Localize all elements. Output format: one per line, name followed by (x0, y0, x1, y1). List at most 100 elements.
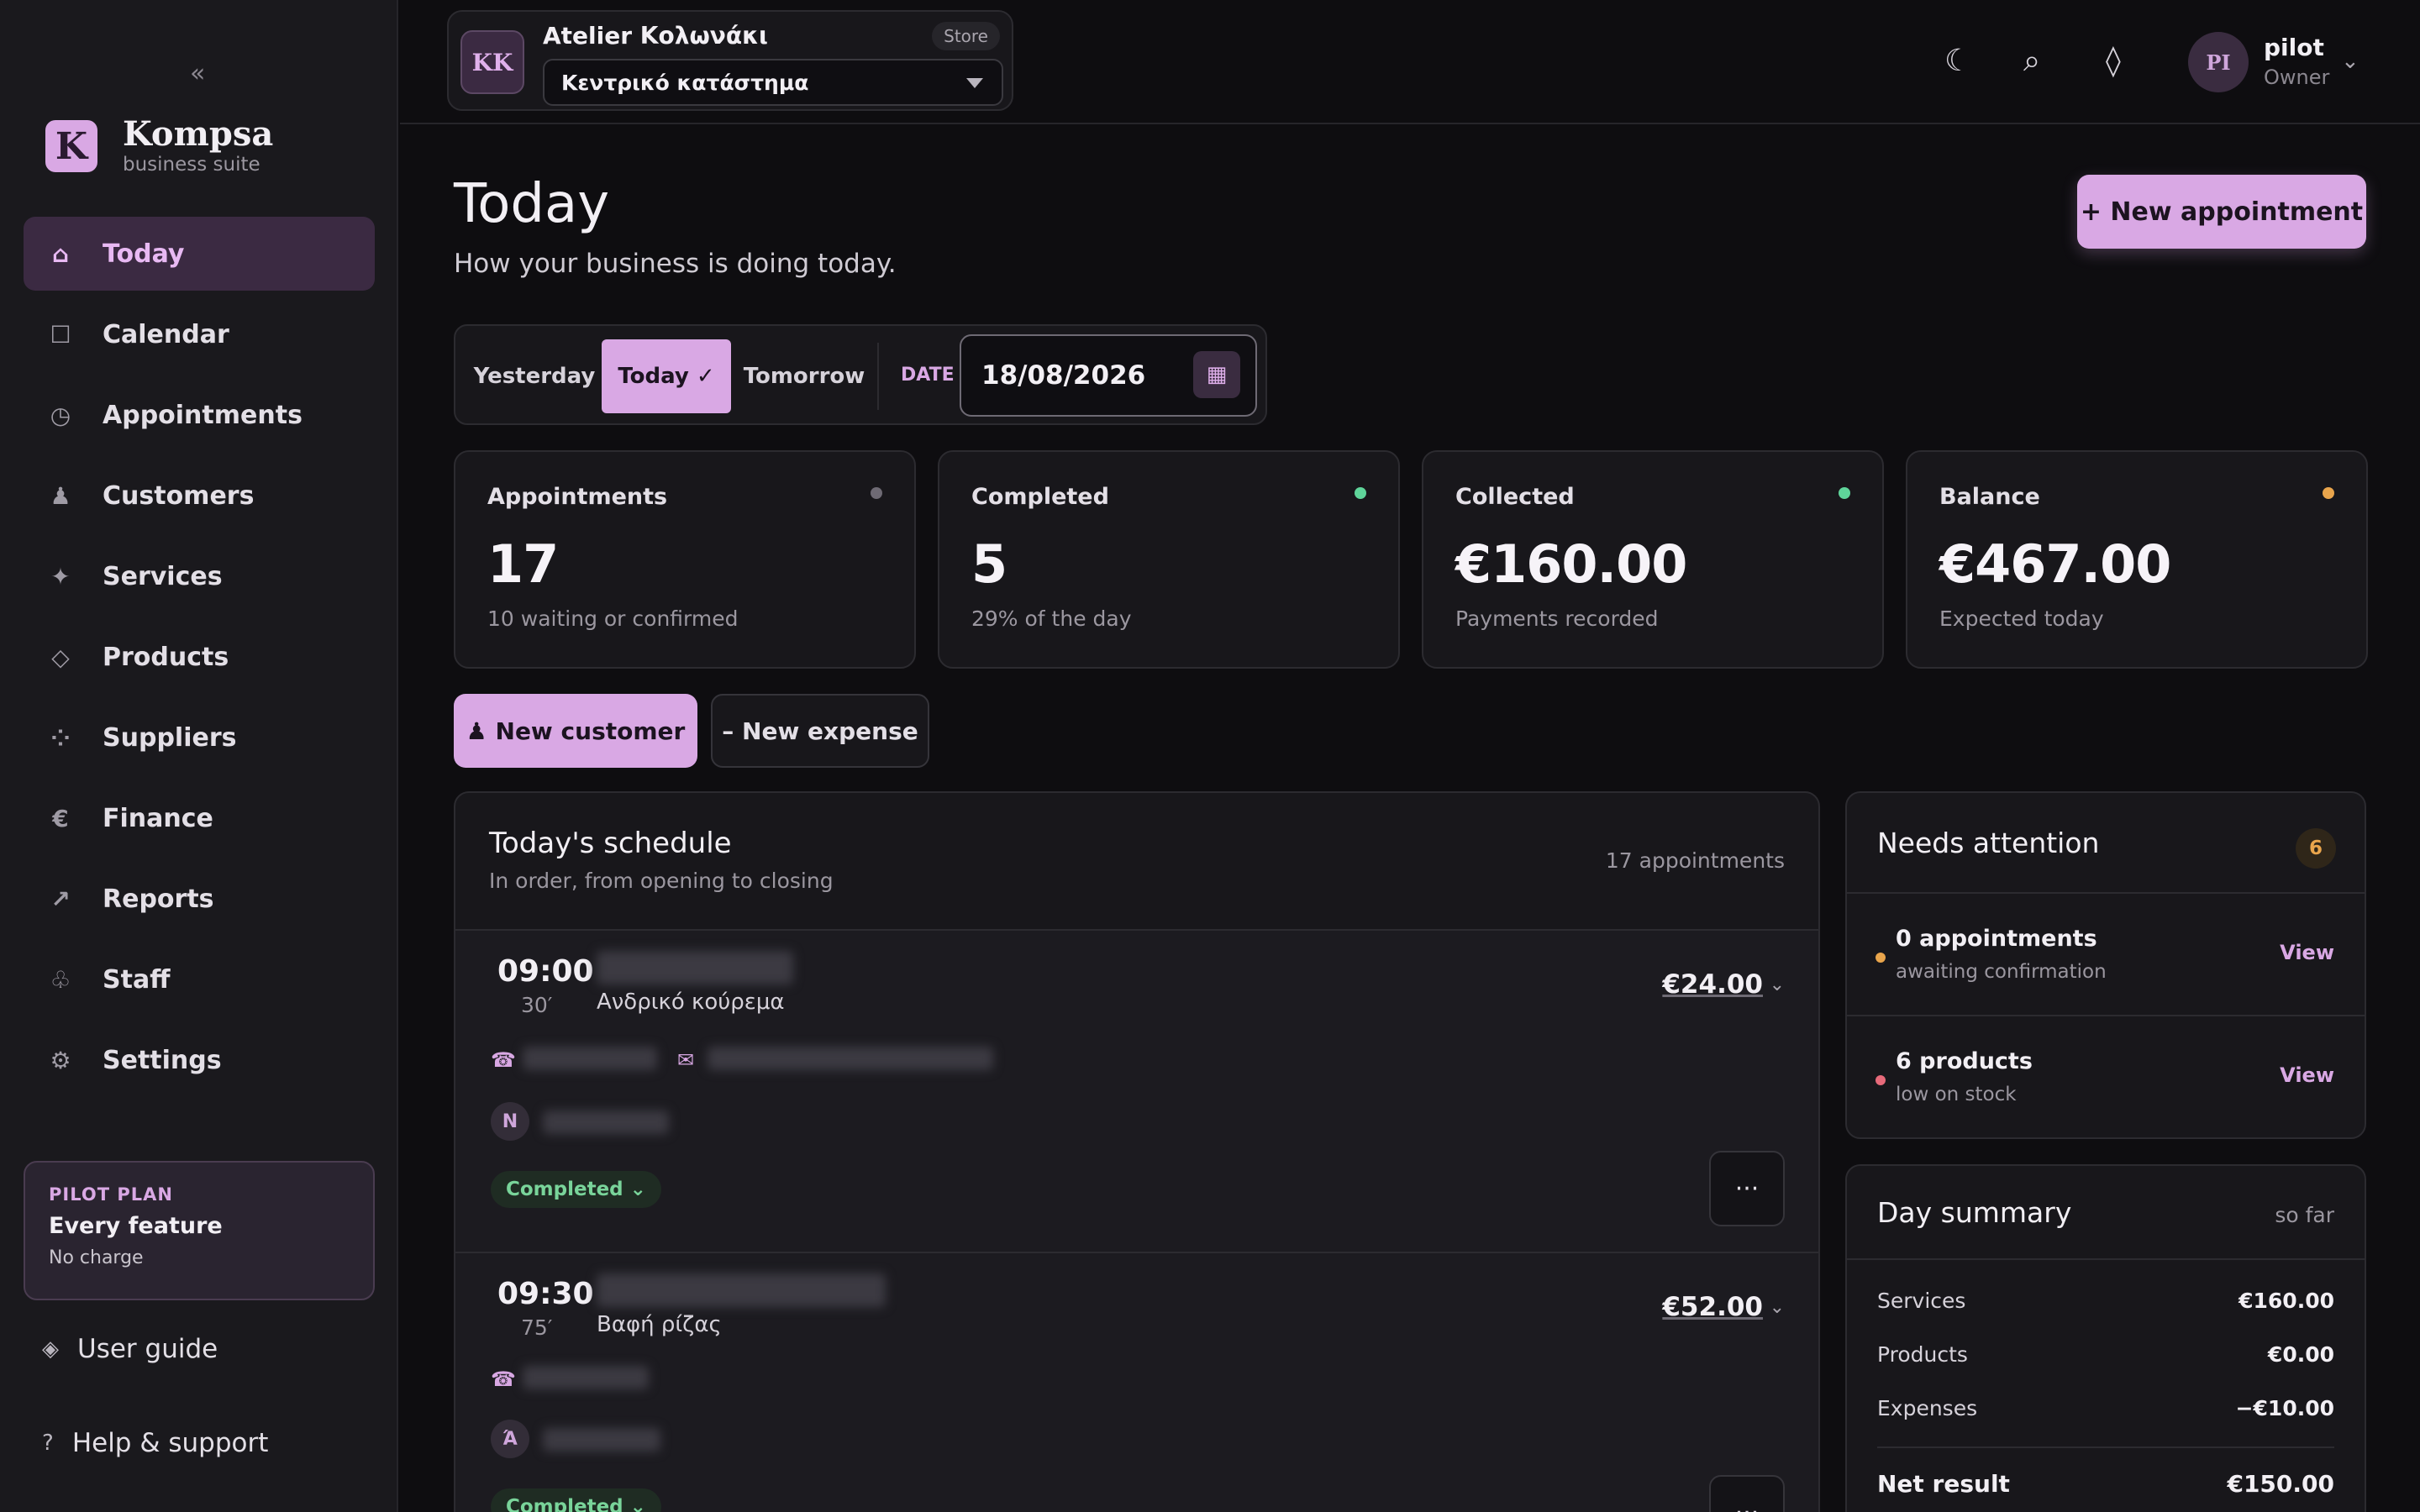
status-dot (1876, 953, 1886, 963)
new-expense-button[interactable]: – New expense (711, 694, 929, 768)
appointment-time: 09:30 (497, 1277, 594, 1311)
status-dot (871, 487, 882, 499)
phone-icon: ☎ (491, 1048, 516, 1072)
staff-avatar: Ά (491, 1420, 529, 1458)
sidebar-item-reports[interactable]: ↗ Reports (24, 862, 375, 936)
chevron-down-icon[interactable]: ⌄ (1770, 1297, 1785, 1318)
appointment-row[interactable]: 09:00 30′ Ανδρικό κούρεμα €24.00 ⌄ ☎ ✉ N… (455, 929, 1818, 1252)
schedule-title: Today's schedule (489, 827, 732, 860)
attention-item-subtitle: awaiting confirmation (1896, 961, 2107, 983)
stat-subtitle: Expected today (1939, 606, 2104, 631)
plan-card[interactable]: PILOT PLAN Every feature No charge (24, 1161, 375, 1300)
branch-select[interactable]: Κεντρικό κατάστημα (543, 59, 1003, 106)
new-customer-button[interactable]: ♟ New customer (454, 694, 697, 768)
sidebar-item-label: Suppliers (103, 722, 237, 753)
stat-subtitle: Payments recorded (1455, 606, 1659, 631)
email-redacted (708, 1047, 993, 1070)
tomorrow-button[interactable]: Tomorrow (734, 339, 874, 413)
day-summary: Day summary so far Services €160.00 Produ… (1845, 1164, 2366, 1512)
sidebar-item-appointments[interactable]: ◷ Appointments (24, 378, 375, 452)
sidebar-item-label: Appointments (103, 400, 302, 430)
summary-label: Services (1877, 1289, 1966, 1313)
calendar-picker-icon[interactable]: ▦ (1193, 351, 1240, 398)
sidebar-item-label: Settings (103, 1045, 222, 1075)
sidebar-item-label: Staff (103, 964, 171, 995)
date-input-value: 18/08/2026 (981, 360, 1146, 391)
stat-value: 5 (971, 533, 1007, 595)
sidebar-item-calendar[interactable]: ☐ Calendar (24, 297, 375, 371)
search-icon[interactable]: ⌕ (2023, 44, 2040, 79)
attention-count-badge: 6 (2296, 828, 2336, 869)
branch-select-value: Κεντρικό κατάστημα (561, 70, 809, 95)
store-badge: Store (932, 22, 1000, 50)
new-appointment-button[interactable]: + New appointment (2077, 175, 2366, 249)
user-guide-link[interactable]: ◈ User guide (42, 1334, 218, 1364)
sidebar-item-label: Customers (103, 480, 255, 511)
brand-name: Kompsa (123, 114, 274, 154)
sidebar-item-services[interactable]: ✦ Services (24, 539, 375, 613)
help-support-link[interactable]: ? Help & support (42, 1428, 268, 1458)
summary-label: Products (1877, 1342, 1968, 1367)
sidebar-item-finance[interactable]: € Finance (24, 781, 375, 855)
clock-icon: ◷ (50, 401, 71, 429)
mail-icon: ✉ (677, 1048, 695, 1072)
status-badge[interactable]: Completed ⌄ (491, 1171, 661, 1208)
brand-subtitle: business suite (123, 154, 260, 176)
collapse-sidebar-button[interactable]: « (190, 59, 205, 88)
summary-value: €150.00 (2227, 1470, 2334, 1498)
diamond-icon[interactable]: ◊ (2106, 44, 2121, 78)
appointment-price[interactable]: €52.00 (1662, 1292, 1763, 1322)
attention-item-title: 0 appointments (1896, 926, 2097, 952)
diamond-icon: ◇ (51, 643, 70, 671)
chevron-down-icon[interactable]: ⌄ (2341, 49, 2360, 74)
customer-name-redacted (597, 951, 793, 984)
sidebar-item-customers[interactable]: ♟ Customers (24, 459, 375, 533)
phone-redacted (523, 1047, 657, 1070)
yesterday-button[interactable]: Yesterday (467, 339, 602, 413)
today-button[interactable]: Today ✓ (602, 339, 731, 413)
stat-value: 17 (487, 533, 559, 595)
schedule-subtitle: In order, from opening to closing (489, 869, 834, 893)
gear-icon: ⚙ (50, 1046, 71, 1074)
stat-value: €467.00 (1939, 533, 2171, 595)
sidebar-item-products[interactable]: ◇ Products (24, 620, 375, 694)
summary-label: Net result (1877, 1470, 2010, 1498)
chevron-down-icon[interactable]: ⌄ (1770, 974, 1785, 995)
summary-note: so far (2275, 1203, 2334, 1227)
guide-icon: ◈ (42, 1336, 59, 1362)
sidebar-item-label: Finance (103, 803, 213, 833)
sidebar-item-today[interactable]: ⌂ Today (24, 217, 375, 291)
status-dot (2323, 487, 2334, 499)
more-actions-button[interactable]: ··· (1709, 1151, 1785, 1226)
user-role: Owner (2264, 66, 2330, 89)
summary-value: −€10.00 (2235, 1396, 2334, 1420)
sparkle-icon: ✦ (50, 562, 71, 591)
stat-card-completed: Completed 5 29% of the day (938, 450, 1400, 669)
brand[interactable]: K Kompsa business suite (45, 116, 273, 176)
theme-toggle-moon-icon[interactable]: ☾ (1944, 44, 1971, 78)
sidebar-item-label: Services (103, 561, 223, 591)
view-link[interactable]: View (2280, 941, 2334, 964)
status-dot (1876, 1075, 1886, 1085)
schedule-count: 17 appointments (1605, 848, 1785, 873)
help-icon: ? (42, 1431, 54, 1456)
summary-net-result: Net result €150.00 (1877, 1470, 2334, 1498)
help-support-label: Help & support (71, 1428, 269, 1458)
user-name[interactable]: pilot (2264, 34, 2324, 61)
summary-label: Expenses (1877, 1396, 1978, 1420)
sidebar-item-staff[interactable]: ♧ Staff (24, 942, 375, 1016)
store-avatar: KK (460, 30, 524, 94)
sidebar-item-settings[interactable]: ⚙ Settings (24, 1023, 375, 1097)
sidebar-item-suppliers[interactable]: ⁘ Suppliers (24, 701, 375, 774)
view-link[interactable]: View (2280, 1063, 2334, 1087)
more-actions-button[interactable]: ··· (1709, 1475, 1785, 1512)
appointment-price[interactable]: €24.00 (1662, 969, 1763, 1000)
date-input[interactable]: 18/08/2026 ▦ (960, 334, 1257, 417)
appointment-row[interactable]: 09:30 75′ Βαφή ρίζας €52.00 ⌄ ☎ Ά Comple… (455, 1252, 1818, 1512)
attention-item: 0 appointments awaiting confirmation Vie… (1847, 892, 2365, 1015)
appointment-duration: 30′ (521, 993, 553, 1017)
user-avatar[interactable]: PI (2188, 32, 2249, 92)
staff-name-redacted (543, 1428, 660, 1452)
user-guide-label: User guide (77, 1334, 218, 1364)
status-badge[interactable]: Completed ⌄ (491, 1488, 661, 1512)
